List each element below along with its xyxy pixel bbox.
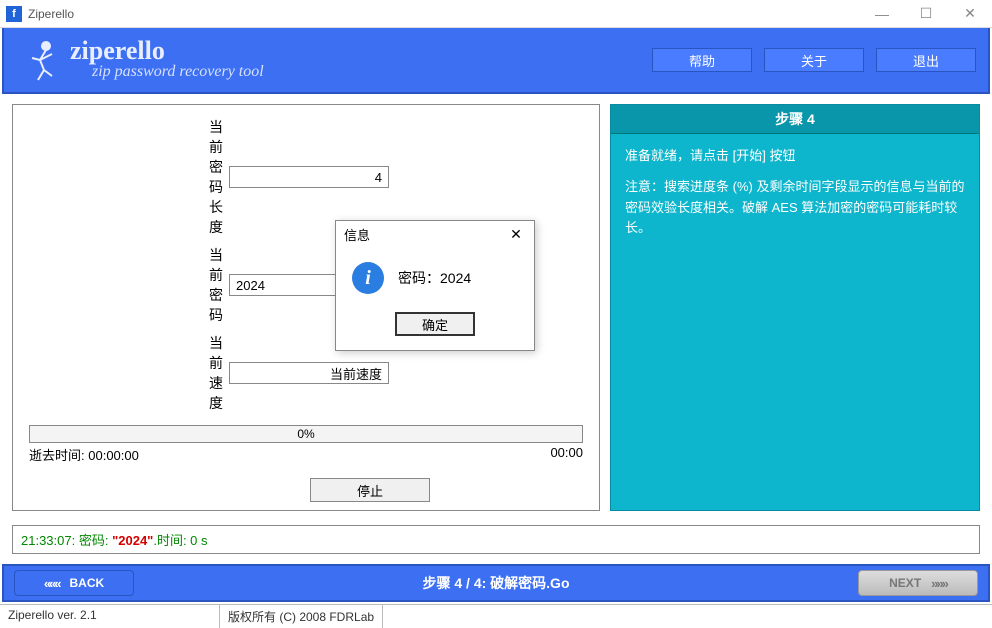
dialog-ok-button[interactable]: 确定	[395, 312, 475, 336]
dialog-close-button[interactable]: ✕	[506, 226, 526, 243]
step-title: 步骤 4	[611, 105, 979, 134]
brand-name: ziperello	[70, 39, 264, 62]
dialog-message: 密码：2024	[398, 268, 471, 288]
about-button[interactable]: 关于	[764, 48, 864, 72]
minimize-button[interactable]: —	[860, 0, 904, 28]
info-icon: i	[352, 262, 384, 294]
maximize-button[interactable]: ☐	[904, 0, 948, 28]
stop-button[interactable]: 停止	[310, 478, 430, 502]
speed-label: 当前速度	[29, 333, 229, 413]
instruction-line-2: 注意：搜索进度条 (%) 及剩余时间字段显示的信息与当前的密码效验长度相关。破解…	[625, 177, 965, 239]
pwd-label: 当前密码	[29, 245, 229, 325]
wizard-nav: BACK 步骤 4 / 4: 破解密码.Go NEXT	[2, 564, 990, 602]
wizard-step-label: 步骤 4 / 4: 破解密码.Go	[134, 573, 858, 593]
status-copyright: 版权所有 (C) 2008 FDRLab	[220, 605, 383, 628]
back-button[interactable]: BACK	[14, 570, 134, 596]
progress-percent: 0%	[297, 427, 314, 441]
info-dialog: 信息 ✕ i 密码：2024 确定	[335, 220, 535, 351]
window-titlebar: f Ziperello — ☐ ✕	[0, 0, 992, 28]
dialog-title: 信息	[344, 225, 370, 244]
elapsed-time: 逝去时间: 00:00:00	[29, 445, 139, 464]
status-version: Ziperello ver. 2.1	[0, 605, 220, 628]
result-log: 21:33:07: 密码: "2024".时间: 0 s	[12, 525, 980, 554]
progress-bar: 0%	[29, 425, 583, 443]
app-header: ziperello zip password recovery tool 帮助 …	[2, 28, 990, 94]
window-title: Ziperello	[28, 7, 860, 21]
brand-tagline: zip password recovery tool	[92, 63, 264, 81]
remaining-time: 00:00	[550, 445, 583, 464]
close-button[interactable]: ✕	[948, 0, 992, 28]
status-bar: Ziperello ver. 2.1 版权所有 (C) 2008 FDRLab	[0, 604, 992, 628]
instruction-line-1: 准备就绪，请点击 [开始] 按钮	[625, 146, 965, 167]
exit-button[interactable]: 退出	[876, 48, 976, 72]
logo: ziperello zip password recovery tool	[16, 36, 264, 84]
next-button[interactable]: NEXT	[858, 570, 978, 596]
speed-value: 当前速度	[229, 362, 389, 384]
runner-icon	[16, 36, 64, 84]
result-password: "2024"	[112, 533, 153, 548]
instructions-panel: 步骤 4 准备就绪，请点击 [开始] 按钮 注意：搜索进度条 (%) 及剩余时间…	[610, 104, 980, 511]
help-button[interactable]: 帮助	[652, 48, 752, 72]
pwd-length-value: 4	[229, 166, 389, 188]
app-icon: f	[6, 6, 22, 22]
pwd-length-label: 当前密码长度	[29, 117, 229, 237]
